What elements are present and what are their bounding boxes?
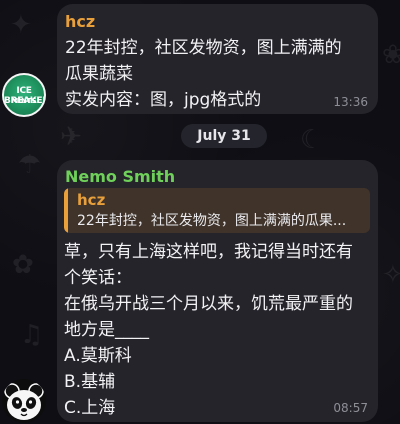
message-line: 地方是____ [64, 320, 149, 340]
avatar-logo-text: MINTS [11, 97, 37, 105]
background-doodle: ✦ [10, 10, 32, 40]
message-time: 08:57 [333, 401, 368, 415]
background-doodle: ♫ [20, 320, 44, 350]
background-doodle: ❀ [382, 40, 400, 70]
background-doodle: ✧ [382, 260, 400, 290]
chat-area[interactable]: ✦ ☂ ✿ ♫ ☾ ✈ ❀ ✧ hcz 22年封控，社区发物资，图上满满的 瓜果… [0, 0, 400, 424]
message-line: B.基辅 [64, 372, 116, 392]
date-separator: July 31 [181, 124, 267, 148]
message-time: 13:36 [333, 95, 368, 109]
reply-sender: hcz [77, 191, 106, 209]
message-line: C.上海 [64, 398, 116, 418]
background-doodle: ✈ [60, 122, 82, 152]
message-sender[interactable]: Nemo Smith [65, 167, 175, 186]
message-line: A.莫斯科 [64, 346, 132, 366]
message-line: 在俄乌开战三个月以来，饥荒最严重的 [64, 294, 353, 314]
message-sender[interactable]: hcz [65, 12, 95, 31]
background-doodle: ☂ [18, 150, 42, 180]
message-line: 个笑话： [64, 268, 132, 288]
background-doodle: ✿ [12, 250, 34, 280]
message-bubble[interactable]: Nemo Smith hcz 22年封控，社区发物资，图上满满的瓜果... 草，… [57, 160, 378, 422]
message-line: 草，只有上海这样吧，我记得当时还有 [64, 242, 353, 262]
panda-icon[interactable] [2, 379, 46, 423]
message-line: 22年封控，社区发物资，图上满满的 [65, 38, 342, 58]
message-line: 实发内容：图，jpg格式的 [65, 90, 262, 110]
message-bubble[interactable]: hcz 22年封控，社区发物资，图上满满的 瓜果蔬菜 实发内容：图，jpg格式的… [57, 4, 378, 114]
reply-quote[interactable]: hcz 22年封控，社区发物资，图上满满的瓜果... [64, 188, 370, 233]
message-line: 瓜果蔬菜 [65, 64, 133, 84]
reply-accent-bar [64, 188, 68, 233]
icebreakers-mints-logo[interactable]: ICE BREAKERS MINTS [2, 73, 46, 117]
reply-text: 22年封控，社区发物资，图上满满的瓜果... [77, 213, 347, 229]
background-doodle: ☾ [300, 125, 324, 155]
